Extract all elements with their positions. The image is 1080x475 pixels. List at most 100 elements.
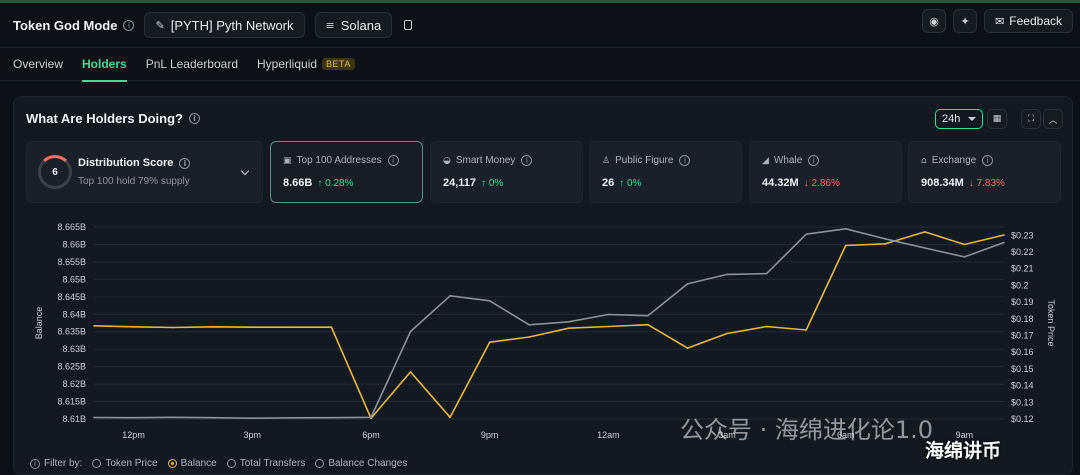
filter-label-text: Filter by:	[44, 458, 83, 469]
x-tick-label: 9pm	[481, 430, 499, 440]
watermark-badge: 海绵讲币	[925, 440, 1002, 462]
card-value-text: 24,117	[443, 177, 477, 189]
edit-icon: ✎	[155, 18, 165, 32]
series-line-balance	[93, 231, 1005, 420]
filter-token-price[interactable]: Token Price	[92, 458, 158, 469]
info-icon[interactable]: i	[387, 155, 399, 166]
y-tick-label-right: $0.15	[1011, 364, 1034, 374]
data-point	[1003, 234, 1005, 236]
page-title: Token God Mode	[13, 17, 118, 33]
card-value: 24,117 ↑ 0%	[443, 177, 503, 189]
y-tick-label-left: 8.61B	[62, 414, 86, 424]
info-icon[interactable]: i	[123, 19, 135, 31]
filter-balance[interactable]: Balance	[167, 458, 217, 469]
time-range-value: 24h	[942, 113, 961, 125]
chain-selector[interactable]: ≡ Solana	[314, 12, 393, 38]
data-point	[93, 416, 95, 419]
info-icon[interactable]: i	[521, 155, 533, 166]
filter-item-label: Token Price	[105, 458, 158, 469]
data-point	[330, 326, 333, 328]
collapse-button[interactable]: ︿	[1043, 109, 1063, 129]
y-axis-title-right: Token Price	[1046, 299, 1056, 346]
y-tick-label-left: 8.66B	[62, 239, 86, 249]
data-point	[172, 326, 174, 329]
calendar-icon: ▦	[992, 114, 1002, 124]
calendar-button[interactable]: ▦	[987, 109, 1007, 129]
data-point	[805, 233, 807, 235]
feedback-button[interactable]: ✉ Feedback	[984, 9, 1073, 33]
tab-overview[interactable]: Overview	[13, 47, 63, 81]
y-tick-label-left: 8.645B	[57, 292, 86, 302]
token-selector[interactable]: ✎ [PYTH] Pyth Network	[144, 12, 305, 38]
radio-icon	[167, 459, 177, 468]
watermark: 公众号 · 海绵进化论1.0	[680, 416, 934, 444]
token-label: [PYTH] Pyth Network	[170, 17, 294, 33]
info-icon[interactable]: i	[808, 155, 820, 166]
chain-label: Solana	[340, 17, 382, 33]
card-top-100-addresses[interactable]: ▣ Top 100 Addresses i 8.66B ↑ 0.28%	[270, 141, 423, 203]
data-point	[567, 321, 570, 323]
data-point	[488, 341, 491, 343]
watch-button[interactable]: ◉	[922, 9, 947, 33]
series-line-token-price	[93, 227, 1005, 419]
radio-icon	[226, 459, 236, 468]
y-tick-label-right: $0.12	[1011, 414, 1034, 424]
info-icon[interactable]: i	[982, 155, 994, 166]
data-point	[409, 371, 412, 373]
data-point	[330, 416, 333, 419]
filter-balance-changes[interactable]: Balance Changes	[315, 458, 407, 469]
data-point	[409, 330, 412, 333]
data-point	[607, 325, 610, 328]
data-point	[370, 416, 372, 419]
y-tick-label-left: 8.63B	[62, 344, 86, 354]
card-value-text: 44.32M	[762, 177, 799, 189]
filter-item-label: Balance Changes	[328, 458, 408, 469]
y-tick-label-left: 8.64B	[62, 309, 86, 319]
distribution-score-card[interactable]: 6 Distribution Score i Top 100 hold 79% …	[26, 141, 263, 203]
data-point	[765, 272, 768, 275]
pin-button[interactable]: ✦	[953, 9, 978, 33]
info-icon[interactable]: i	[679, 155, 691, 166]
filter-item-label: Balance	[180, 458, 217, 469]
card-label: ♙ Public Figure i	[602, 155, 691, 166]
card-value-text: 26	[602, 177, 615, 189]
card-change: ↓ 7.83%	[968, 177, 1005, 189]
card-value-text: 8.66B	[283, 177, 313, 189]
time-range-select[interactable]: 24h	[935, 109, 983, 129]
card-label-text: Smart Money	[455, 155, 516, 166]
card-value: 908.34M ↓ 7.83%	[921, 177, 1005, 189]
fullscreen-button[interactable]: ⛶	[1021, 109, 1041, 129]
info-icon: i	[30, 458, 40, 469]
distribution-subtitle: Top 100 hold 79% supply	[78, 176, 190, 187]
radio-icon	[315, 459, 325, 468]
y-axis-title-left: Balance	[34, 307, 44, 340]
card-exchange[interactable]: ⌂ Exchange i 908.34M ↓ 7.83%	[908, 141, 1061, 203]
data-point	[251, 326, 254, 328]
info-icon[interactable]: i	[179, 157, 191, 169]
tab-hyperliquid[interactable]: Hyperliquid BETA	[257, 47, 355, 81]
filter-total-transfers[interactable]: Total Transfers	[226, 458, 305, 469]
data-point	[567, 327, 570, 330]
info-icon[interactable]: i	[188, 113, 200, 124]
card-change: ↓ 2.86%	[803, 177, 840, 189]
y-tick-label-left: 8.655B	[57, 257, 86, 267]
x-tick-label: 12am	[597, 430, 620, 440]
data-point	[1003, 241, 1005, 244]
y-tick-label-right: $0.19	[1011, 297, 1034, 307]
y-tick-label-right: $0.21	[1011, 264, 1034, 274]
data-point	[211, 416, 214, 419]
card-public-figure[interactable]: ♙ Public Figure i 26 ↑ 0%	[589, 141, 742, 203]
tab-pnl-leaderboard[interactable]: PnL Leaderboard	[146, 47, 238, 81]
brain-icon: ◒	[443, 155, 451, 166]
y-tick-label-right: $0.16	[1011, 347, 1034, 357]
feedback-label: Feedback	[1009, 14, 1062, 28]
y-tick-label-right: $0.13	[1011, 397, 1034, 407]
card-whale[interactable]: ◢ Whale i 44.32M ↓ 2.86%	[749, 141, 902, 203]
data-point	[963, 243, 966, 246]
card-label: ▣ Top 100 Addresses i	[283, 155, 399, 166]
tab-holders[interactable]: Holders	[82, 47, 127, 82]
copy-icon[interactable]	[404, 20, 413, 30]
y-tick-label-right: $0.14	[1011, 381, 1034, 391]
card-smart-money[interactable]: ◒ Smart Money i 24,117 ↑ 0%	[430, 141, 583, 203]
bank-icon: ⌂	[921, 155, 927, 166]
